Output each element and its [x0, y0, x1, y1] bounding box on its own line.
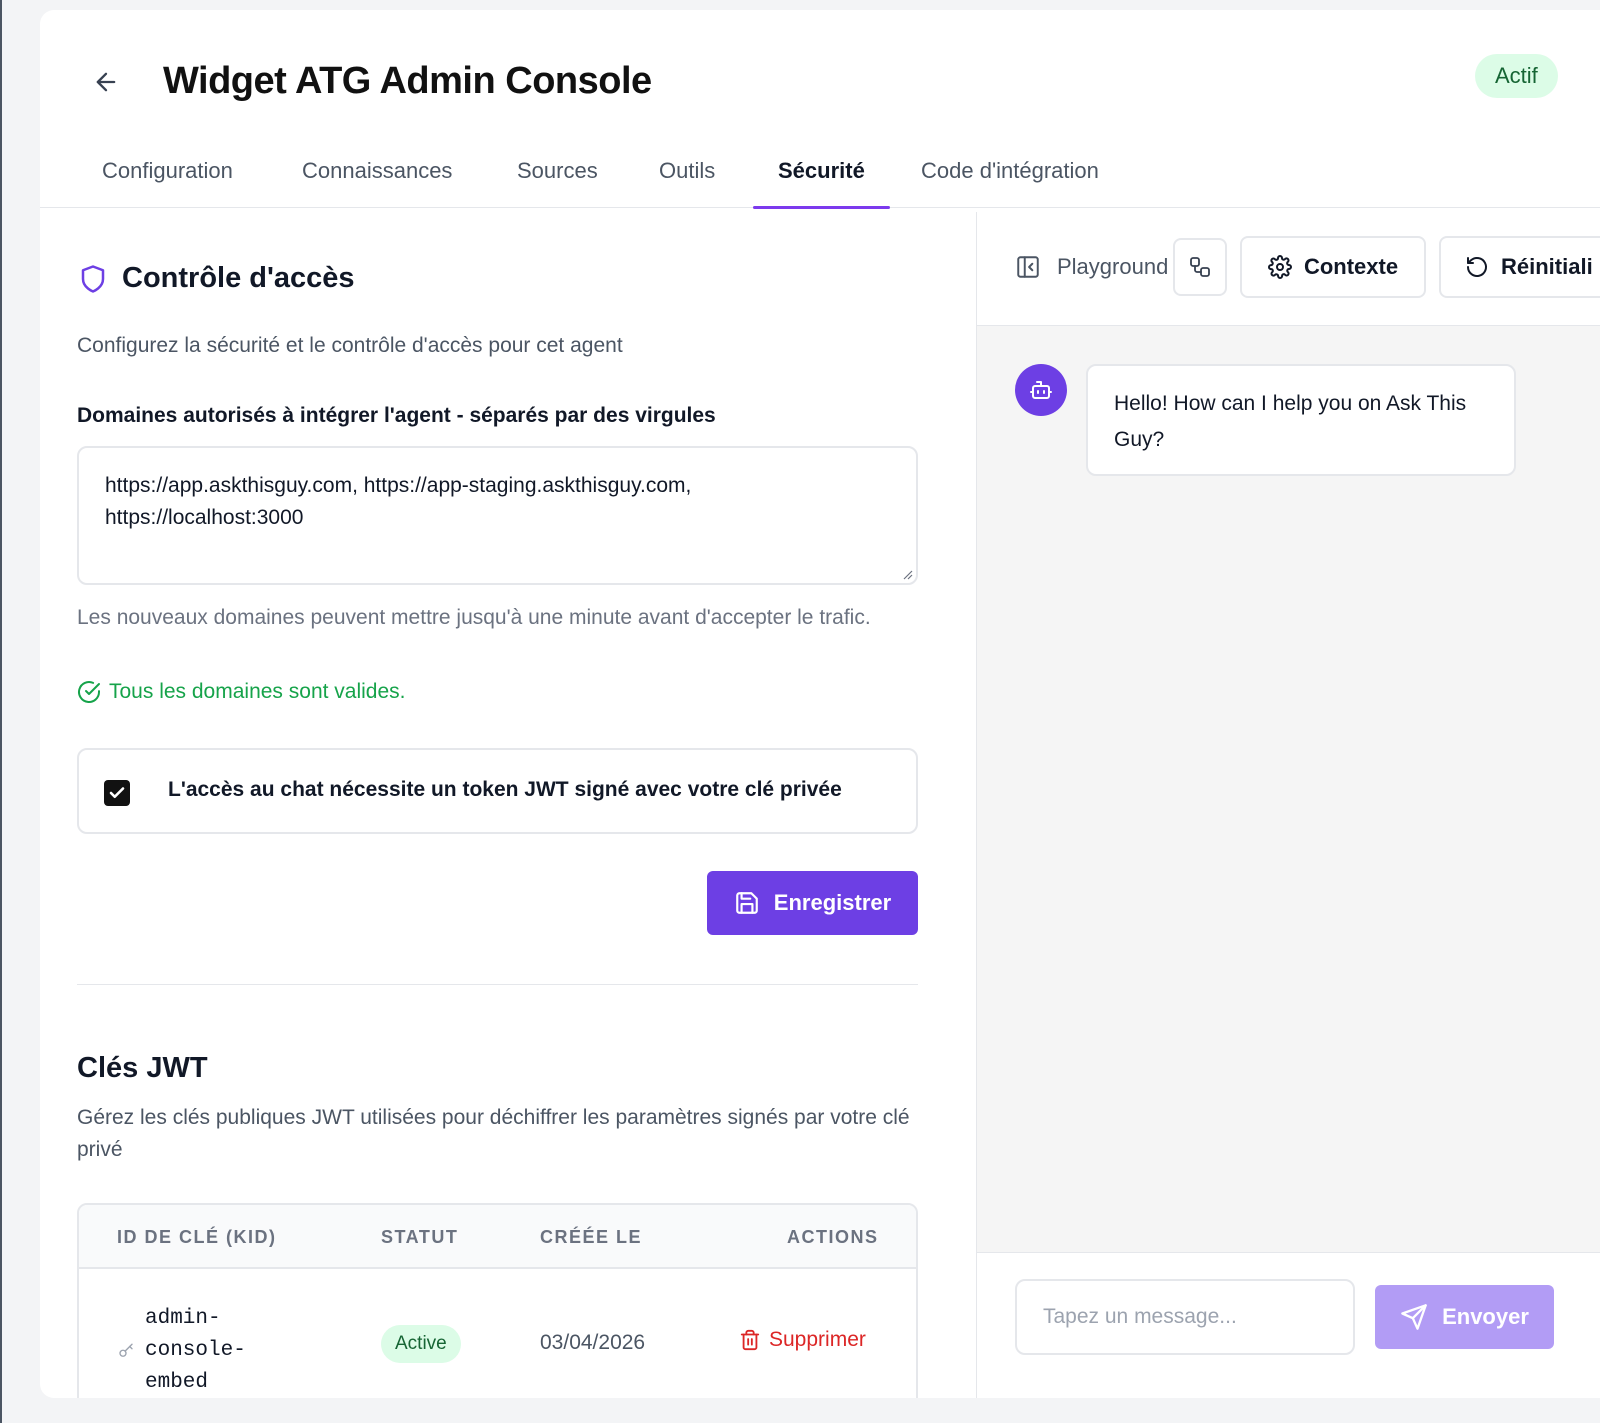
agent-card: Widget ATG Admin Console Actif Configura…: [40, 10, 1600, 1398]
domains-label: Domaines autorisés à intégrer l'agent - …: [77, 404, 716, 427]
shield-icon: [81, 264, 105, 293]
resize-grip-icon[interactable]: [901, 568, 913, 580]
bot-avatar: [1015, 364, 1067, 416]
gear-icon: [1267, 255, 1292, 279]
status-badge: Actif: [1475, 54, 1558, 98]
save-button[interactable]: Enregistrer: [707, 871, 918, 935]
floppy-disk-icon: [735, 892, 758, 914]
tab-outils[interactable]: Outils: [659, 134, 715, 208]
column-header-created: CRÉÉE LE: [540, 1227, 643, 1247]
page-title: Widget ATG Admin Console: [163, 60, 652, 102]
send-button-label: Envoyer: [1442, 1304, 1529, 1329]
workflow-icon: [1190, 257, 1210, 277]
tab-sources[interactable]: Sources: [517, 134, 598, 208]
delete-key-button[interactable]: Supprimer: [739, 1328, 866, 1352]
bot-icon: [1030, 381, 1052, 399]
tab-code-integration[interactable]: Code d'intégration: [921, 134, 1099, 208]
reset-button-label: Réinitiali: [1501, 254, 1593, 279]
column-header-status: STATUT: [381, 1227, 459, 1247]
tab-configuration[interactable]: Configuration: [102, 134, 233, 208]
column-header-actions: ACTIONS: [787, 1227, 879, 1247]
key-id-cell: admin-console-embed: [117, 1303, 275, 1398]
jwt-keys-table: ID DE CLÉ (KID) STATUT CRÉÉE LE ACTIONS …: [77, 1203, 918, 1398]
section-divider: [77, 984, 918, 985]
jwt-required-checkbox[interactable]: [104, 780, 130, 806]
message-input[interactable]: [1015, 1279, 1355, 1355]
jwt-keys-title: Clés JWT: [77, 1052, 208, 1084]
jwt-required-option: L'accès au chat nécessite un token JWT s…: [77, 748, 918, 834]
security-panel: Contrôle d'accès Configurez la sécurité …: [40, 208, 976, 1398]
tab-bar: Configuration Connaissances Sources Outi…: [40, 134, 1600, 209]
message-composer: Envoyer: [977, 1252, 1600, 1398]
domains-help-text: Les nouveaux domaines peuvent mettre jus…: [77, 606, 871, 629]
access-section-description: Configurez la sécurité et le contrôle d'…: [77, 334, 623, 357]
jwt-keys-description: Gérez les clés publiques JWT utilisées p…: [77, 1106, 910, 1161]
playground-label: Playground: [1057, 254, 1169, 279]
domains-valid-status: Tous les domaines sont valides.: [77, 680, 406, 704]
jwt-required-label: L'accès au chat nécessite un token JWT s…: [168, 778, 842, 801]
domains-textarea[interactable]: [77, 446, 918, 585]
panel-collapse-icon[interactable]: [1015, 254, 1041, 280]
rotate-ccw-icon: [1467, 257, 1487, 277]
domains-valid-text: Tous les domaines sont valides.: [109, 680, 406, 703]
playground-panel: Playground Contexte Réinitiali Hello! Ho…: [977, 212, 1600, 1398]
check-circle-icon: [78, 681, 100, 704]
key-status-badge: Active: [381, 1325, 461, 1363]
checkmark-icon: [109, 787, 125, 799]
key-id: admin-console-embed: [145, 1307, 246, 1394]
workflow-button[interactable]: [1173, 238, 1227, 296]
key-created-date: 03/04/2026: [540, 1331, 646, 1354]
bot-message: Hello! How can I help you on Ask This Gu…: [1086, 364, 1516, 476]
tab-connaissances[interactable]: Connaissances: [302, 134, 452, 208]
back-button[interactable]: [90, 66, 122, 98]
send-button[interactable]: Envoyer: [1375, 1285, 1554, 1349]
key-icon: [119, 1343, 133, 1357]
window-edge: [0, 0, 2, 1423]
access-section-title: Contrôle d'accès: [122, 262, 355, 294]
context-button[interactable]: Contexte: [1240, 236, 1426, 298]
send-icon: [1401, 1304, 1427, 1330]
arrow-left-icon: [96, 72, 116, 92]
playground-toolbar: Playground Contexte Réinitiali: [977, 212, 1600, 326]
tab-securite[interactable]: Sécurité: [753, 134, 890, 209]
column-header-kid: ID DE CLÉ (KID): [117, 1227, 277, 1247]
trash-icon: [740, 1329, 760, 1351]
delete-key-label: Supprimer: [769, 1328, 866, 1351]
table-header: ID DE CLÉ (KID) STATUT CRÉÉE LE ACTIONS: [79, 1205, 916, 1269]
context-button-label: Contexte: [1303, 254, 1399, 279]
reset-button[interactable]: Réinitiali: [1439, 236, 1600, 298]
save-button-label: Enregistrer: [773, 890, 892, 915]
access-section-header: Contrôle d'accès: [78, 262, 355, 295]
